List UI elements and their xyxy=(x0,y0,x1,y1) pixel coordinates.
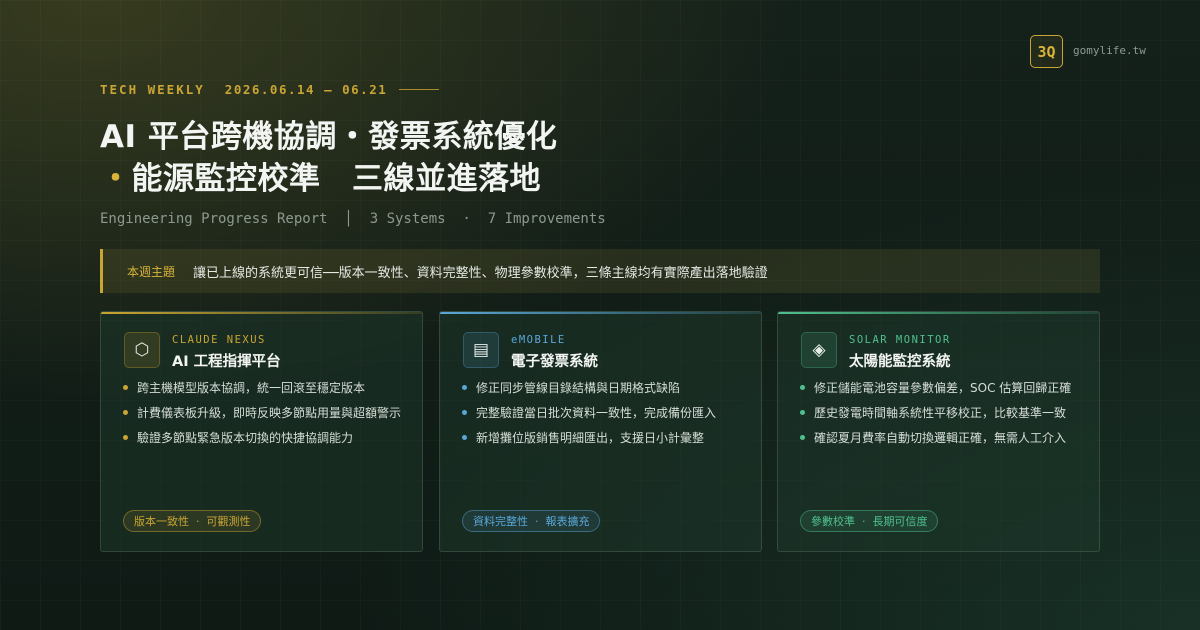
card-tag-pill: 參數校準 · 長期可信度 xyxy=(800,510,939,532)
card-tag: eMOBILE xyxy=(511,334,566,346)
bullet-icon xyxy=(462,385,467,390)
card-tag: CLAUDE NEXUS xyxy=(172,334,266,346)
card-title: 電子發票系統 xyxy=(511,354,598,370)
title-dot: ・ xyxy=(100,161,132,197)
bullet-icon xyxy=(800,385,805,390)
bullet-icon xyxy=(800,410,805,415)
list-item-text: 驗證多節點緊急版本切換的快捷協調能力 xyxy=(137,431,354,445)
theme-banner: 本週主題 讓已上線的系統更可信──版本一致性、資料完整性、物理參數校準，三條主線… xyxy=(100,249,1100,293)
list-item-text: 跨主機模型版本協調，統一回滾至穩定版本 xyxy=(137,381,366,395)
card-title: 太陽能監控系統 xyxy=(849,354,951,370)
diamond-icon: ◈ xyxy=(801,332,837,368)
bullet-icon xyxy=(123,410,128,415)
card-items: 修正同步管線目錄結構與日期格式缺陷 完整驗證當日批次資料一致性，完成備份匯入 新… xyxy=(462,379,743,454)
list-item-text: 歷史發電時間軸系統性平移校正，比較基準一致 xyxy=(814,406,1067,420)
list-item-text: 新增攤位版銷售明細匯出，支援日小計彙整 xyxy=(476,431,705,445)
date-range: 2026.06.14 – 06.21 xyxy=(224,82,388,97)
card-emobile: ▤ eMOBILE 電子發票系統 修正同步管線目錄結構與日期格式缺陷 完整驗證當… xyxy=(439,311,762,552)
bullet-icon xyxy=(462,410,467,415)
list-item: 修正儲能電池容量參數偏差，SOC 估算回歸正確 xyxy=(800,379,1081,397)
document-icon: ▤ xyxy=(463,332,499,368)
eyebrow-label: TECH WEEKLY xyxy=(100,82,205,97)
list-item: 驗證多節點緊急版本切換的快捷協調能力 xyxy=(123,429,404,447)
list-item: 確認夏月費率自動切換邏輯正確，無需人工介入 xyxy=(800,429,1081,447)
brand-domain: gomylife.tw xyxy=(1073,44,1146,57)
list-item-text: 修正儲能電池容量參數偏差，SOC 估算回歸正確 xyxy=(814,381,1072,395)
card-accent-line xyxy=(440,312,761,314)
bullet-icon xyxy=(123,435,128,440)
list-item: 計費儀表板升級，即時反映多節點用量與超額警示 xyxy=(123,404,404,422)
card-title: AI 工程指揮平台 xyxy=(172,354,281,370)
card-tag-pill: 版本一致性 · 可觀測性 xyxy=(123,510,262,532)
brand-logo: 3Q xyxy=(1030,35,1063,68)
list-item: 新增攤位版銷售明細匯出，支援日小計彙整 xyxy=(462,429,743,447)
card-accent-line xyxy=(778,312,1099,314)
hexagon-icon: ⬡ xyxy=(124,332,160,368)
page-title: AI 平台跨機協調・發票系統優化 ・能源監控校準 三線並進落地 xyxy=(100,116,557,200)
list-item-text: 完整驗證當日批次資料一致性，完成備份匯入 xyxy=(476,406,717,420)
card-claude-nexus: ⬡ CLAUDE NEXUS AI 工程指揮平台 跨主機模型版本協調，統一回滾至… xyxy=(100,311,423,552)
list-item: 跨主機模型版本協調，統一回滾至穩定版本 xyxy=(123,379,404,397)
list-item: 修正同步管線目錄結構與日期格式缺陷 xyxy=(462,379,743,397)
title-line-2: ・能源監控校準 三線並進落地 xyxy=(100,158,557,200)
card-tag-pill: 資料完整性 · 報表擴充 xyxy=(462,510,601,532)
list-item-text: 修正同步管線目錄結構與日期格式缺陷 xyxy=(476,381,681,395)
page-subtitle: Engineering Progress Report │ 3 Systems … xyxy=(100,211,606,227)
card-solar-monitor: ◈ SOLAR MONITOR 太陽能監控系統 修正儲能電池容量參數偏差，SOC… xyxy=(777,311,1100,552)
list-item-text: 計費儀表板升級，即時反映多節點用量與超額警示 xyxy=(137,406,402,420)
eyebrow: TECH WEEKLY 2026.06.14 – 06.21 xyxy=(100,82,440,97)
bullet-icon xyxy=(800,435,805,440)
title-line-2-text: 能源監控校準 三線並進落地 xyxy=(131,161,541,197)
card-tag: SOLAR MONITOR xyxy=(849,334,951,346)
bullet-icon xyxy=(462,435,467,440)
theme-label: 本週主題 xyxy=(127,264,176,279)
card-accent-line xyxy=(101,312,422,314)
list-item-text: 確認夏月費率自動切換邏輯正確，無需人工介入 xyxy=(814,431,1067,445)
eyebrow-rule xyxy=(399,89,440,90)
card-items: 修正儲能電池容量參數偏差，SOC 估算回歸正確 歷史發電時間軸系統性平移校正，比… xyxy=(800,379,1081,454)
card-items: 跨主機模型版本協調，統一回滾至穩定版本 計費儀表板升級，即時反映多節點用量與超額… xyxy=(123,379,404,454)
title-line-1: AI 平台跨機協調・發票系統優化 xyxy=(100,119,558,155)
theme-text: 讓已上線的系統更可信──版本一致性、資料完整性、物理參數校準，三條主線均有實際產… xyxy=(193,265,768,281)
list-item: 歷史發電時間軸系統性平移校正，比較基準一致 xyxy=(800,404,1081,422)
bullet-icon xyxy=(123,385,128,390)
list-item: 完整驗證當日批次資料一致性，完成備份匯入 xyxy=(462,404,743,422)
